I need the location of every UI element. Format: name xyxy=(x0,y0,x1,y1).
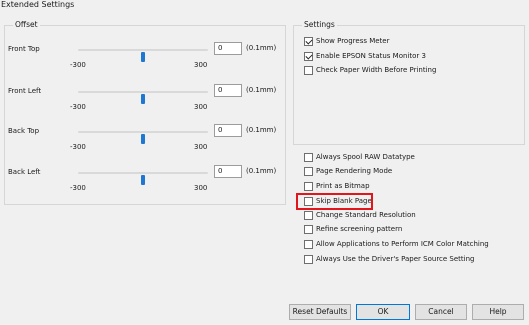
checkbox-box[interactable] xyxy=(304,153,313,162)
slider-row-back-left: Back Left 0 (0.1mm) -300 300 xyxy=(0,164,290,204)
slider-row-back-top: Back Top 0 (0.1mm) -300 300 xyxy=(0,123,290,163)
slider-track[interactable] xyxy=(78,91,208,104)
slider-row-front-left: Front Left 0 (0.1mm) -300 300 xyxy=(0,83,290,123)
slider-thumb[interactable] xyxy=(141,175,145,185)
min-label: -300 xyxy=(70,184,86,192)
checkbox-label: Allow Applications to Perform ICM Color … xyxy=(316,240,489,248)
slider-label: Back Top xyxy=(8,127,40,135)
min-label: -300 xyxy=(70,61,86,69)
window-title: Extended Settings xyxy=(1,0,75,9)
min-label: -300 xyxy=(70,143,86,151)
slider-thumb[interactable] xyxy=(141,134,145,144)
checkbox-label: Print as Bitmap xyxy=(316,182,370,190)
slider-track[interactable] xyxy=(78,172,208,185)
checkbox-box[interactable] xyxy=(304,225,313,234)
checkbox-label: Page Rendering Mode xyxy=(316,167,393,175)
front-left-input[interactable]: 0 xyxy=(214,84,242,97)
slider-row-front-top: Front Top 0 (0.1mm) -300 300 xyxy=(0,41,290,81)
unit-label: (0.1mm) xyxy=(246,44,277,52)
skip-blank-page-highlight xyxy=(296,193,373,210)
unit-label: (0.1mm) xyxy=(246,86,277,94)
max-label: 300 xyxy=(194,61,208,69)
checkbox-label: Check Paper Width Before Printing xyxy=(316,66,437,74)
back-top-input[interactable]: 0 xyxy=(214,124,242,137)
checkbox-box[interactable] xyxy=(304,182,313,191)
checkbox-label: Change Standard Resolution xyxy=(316,211,416,219)
max-label: 300 xyxy=(194,103,208,111)
cancel-button[interactable]: Cancel xyxy=(415,304,467,320)
unit-label: (0.1mm) xyxy=(246,126,277,134)
checkbox-label: Always Use the Driver's Paper Source Set… xyxy=(316,255,475,263)
checkbox-label: Show Progress Meter xyxy=(316,37,390,45)
front-top-input[interactable]: 0 xyxy=(214,42,242,55)
min-label: -300 xyxy=(70,103,86,111)
checkbox-box[interactable] xyxy=(304,167,313,176)
slider-track[interactable] xyxy=(78,131,208,144)
offset-group-label: Offset xyxy=(13,20,40,29)
slider-label: Front Top xyxy=(8,45,40,53)
slider-track[interactable] xyxy=(78,49,208,62)
ok-button[interactable]: OK xyxy=(356,304,410,320)
slider-thumb[interactable] xyxy=(141,52,145,62)
checkbox-box[interactable] xyxy=(304,255,313,264)
max-label: 300 xyxy=(194,143,208,151)
checkbox-box[interactable] xyxy=(304,240,313,249)
checkbox-box[interactable] xyxy=(304,66,313,75)
checkbox-box[interactable] xyxy=(304,37,313,46)
unit-label: (0.1mm) xyxy=(246,167,277,175)
checkbox-label: Always Spool RAW Datatype xyxy=(316,153,415,161)
settings-group-label: Settings xyxy=(302,20,337,29)
slider-label: Front Left xyxy=(8,87,42,95)
checkbox-box[interactable] xyxy=(304,211,313,220)
checkbox-box[interactable] xyxy=(304,52,313,61)
slider-label: Back Left xyxy=(8,168,41,176)
help-button[interactable]: Help xyxy=(472,304,524,320)
checkbox-label: Refine screening pattern xyxy=(316,225,403,233)
checkbox-label: Enable EPSON Status Monitor 3 xyxy=(316,52,426,60)
back-left-input[interactable]: 0 xyxy=(214,165,242,178)
reset-defaults-button[interactable]: Reset Defaults xyxy=(289,304,351,320)
max-label: 300 xyxy=(194,184,208,192)
slider-thumb[interactable] xyxy=(141,94,145,104)
